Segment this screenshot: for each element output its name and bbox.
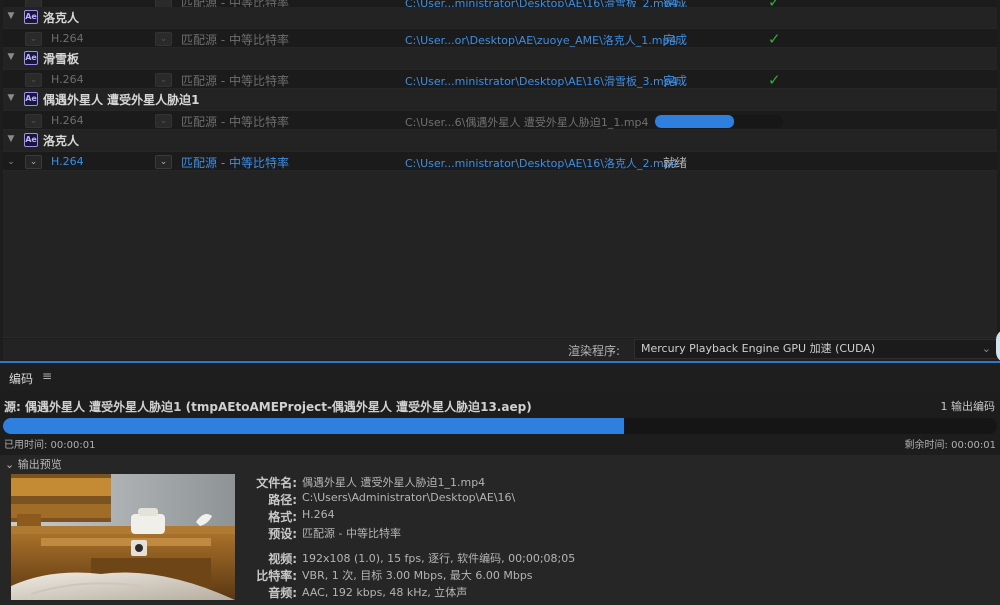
output-count: 1 输出编码: [940, 400, 996, 413]
meta-key: 格式:: [268, 510, 297, 524]
meta-value: C:\Users\Administrator\Desktop\AE\16\: [302, 491, 516, 504]
meta-value: H.264: [302, 508, 335, 521]
preview-title: 输出预览: [17, 458, 62, 471]
meta-value: 匹配源 - 中等比特率: [302, 527, 401, 540]
queue-group-rockman-1[interactable]: ▼ Ae 洛克人: [3, 7, 997, 27]
queue-item[interactable]: ⌄ H.264 ⌄ 匹配源 - 中等比特率 C:\User...or\Deskt…: [3, 28, 997, 48]
preset-label[interactable]: 匹配源 - 中等比特率: [181, 31, 289, 48]
output-file-link[interactable]: C:\User...6\偶遇外星人 遭受外星人胁迫1_1.mp4: [405, 114, 649, 130]
chevron-down-icon[interactable]: ▼: [6, 93, 16, 103]
item-progress-bar: [655, 115, 783, 128]
preset-label[interactable]: 匹配源 - 中等比特率: [181, 154, 289, 171]
format-label[interactable]: H.264: [51, 155, 84, 168]
preview-image: [11, 474, 235, 600]
group-name: 滑雪板: [43, 52, 80, 66]
queue-group-alien[interactable]: ▼ Ae 偶遇外星人 遭受外星人胁迫1: [3, 89, 997, 109]
output-preview-header[interactable]: ⌄ 输出预览: [0, 455, 1000, 471]
encoding-progress-bar: [3, 418, 997, 434]
meta-value: VBR, 1 次, 目标 3.00 Mbps, 最大 6.00 Mbps: [302, 569, 533, 582]
renderer-value: Mercury Playback Engine GPU 加速 (CUDA): [641, 342, 876, 355]
meta-value: 192x108 (1.0), 15 fps, 逐行, 软件编码, 00;00;0…: [302, 552, 576, 565]
after-effects-icon: Ae: [24, 92, 38, 106]
chevron-down-icon[interactable]: ▼: [6, 134, 16, 144]
item-progress-fill: [655, 115, 735, 128]
source-label: 源: 偶遇外星人 遭受外星人胁迫1 (tmpAEtoAMEProject-偶遇外…: [4, 400, 532, 414]
group-name: 偶遇外星人 遭受外星人胁迫1: [43, 93, 200, 107]
preset-dropdown-icon[interactable]: ⌄: [155, 114, 172, 128]
meta-value: AAC, 192 kbps, 48 kHz, 立体声: [302, 586, 468, 599]
queue-item[interactable]: ⌄ H.264 ⌄ 匹配源 - 中等比特率 C:\User...6\偶遇外星人 …: [3, 110, 997, 130]
chevron-down-icon[interactable]: ▼: [6, 11, 16, 21]
group-name: 洛克人: [43, 134, 80, 148]
preset-dropdown-icon[interactable]: ⌄: [155, 73, 172, 87]
format-dropdown-icon[interactable]: ⌄: [25, 155, 42, 169]
format-dropdown-icon[interactable]: ⌄: [25, 73, 42, 87]
queue-item[interactable]: ⌄ ⌄ H.264 ⌄ 匹配源 - 中等比特率 C:\User...minist…: [3, 151, 997, 171]
preset-dropdown-icon[interactable]: ⌄: [155, 32, 172, 46]
format-dropdown-icon[interactable]: ⌄: [25, 32, 42, 46]
chevron-down-icon: ⌄: [981, 342, 991, 355]
after-effects-icon: Ae: [24, 133, 38, 147]
queue-item[interactable]: ⌄ H.264 ⌄ 匹配源 - 中等比特率 C:\User...ministra…: [3, 69, 997, 89]
renderer-label: 渲染程序:: [568, 344, 621, 358]
checkmark-icon: ✓: [768, 71, 781, 89]
output-file-link[interactable]: C:\User...or\Desktop\AE\zuoye_AME\洛克人_1.…: [405, 32, 676, 48]
render-queue-panel: 匹配源 - 中等比特率 C:\User...ministrator\Deskto…: [3, 0, 997, 338]
meta-value: 偶遇外星人 遭受外星人胁迫1_1.mp4: [302, 476, 486, 489]
meta-key: 预设:: [268, 527, 297, 541]
meta-key: 文件名:: [256, 476, 297, 490]
format-label[interactable]: H.264: [51, 114, 84, 127]
preset-dropdown-icon[interactable]: ⌄: [155, 155, 172, 169]
output-preview-toggle[interactable]: ⌄ 输出预览: [5, 456, 62, 472]
status-label: 就绪: [663, 156, 688, 170]
meta-key: 路径:: [268, 493, 297, 507]
renderer-select[interactable]: Mercury Playback Engine GPU 加速 (CUDA) ⌄: [634, 339, 998, 359]
format-dropdown-icon[interactable]: ⌄: [25, 114, 42, 128]
encoding-panel-header: 编码 ≡: [0, 363, 1000, 391]
chevron-down-icon[interactable]: ▼: [6, 52, 16, 62]
panel-title[interactable]: 编码: [9, 370, 33, 387]
output-file-link[interactable]: C:\User...ministrator\Desktop\AE\16\洛克人_…: [405, 155, 678, 171]
format-label[interactable]: H.264: [51, 73, 84, 86]
queue-group-rockman-2[interactable]: ▼ Ae 洛克人: [3, 130, 997, 150]
format-label[interactable]: H.264: [51, 32, 84, 45]
meta-key: 视频:: [268, 552, 297, 566]
panel-menu-icon[interactable]: ≡: [42, 369, 52, 383]
after-effects-icon: Ae: [24, 51, 38, 65]
checkmark-icon: ✓: [768, 30, 781, 48]
remaining-time: 剩余时间: 00:00:01: [904, 440, 996, 451]
preset-label[interactable]: 匹配源 - 中等比特率: [181, 72, 289, 89]
group-name: 洛克人: [43, 11, 80, 25]
status-label: 完成: [663, 33, 688, 47]
preset-label[interactable]: 匹配源 - 中等比特率: [181, 113, 289, 130]
queue-group-snowboard[interactable]: ▼ Ae 滑雪板: [3, 48, 997, 68]
after-effects-icon: Ae: [24, 10, 38, 24]
encoding-progress-fill: [3, 418, 625, 434]
elapsed-time: 已用时间: 00:00:01: [4, 440, 96, 451]
chevron-down-icon[interactable]: ⌄: [6, 157, 16, 167]
status-label: 完成: [663, 74, 688, 88]
meta-key: 音频:: [268, 586, 297, 600]
renderer-bar: 渲染程序: Mercury Playback Engine GPU 加速 (CU…: [3, 339, 998, 360]
meta-key: 比特率:: [256, 569, 297, 583]
preview-thumbnail: [11, 474, 235, 600]
output-file-link[interactable]: C:\User...ministrator\Desktop\AE\16\滑雪板_…: [405, 73, 678, 89]
